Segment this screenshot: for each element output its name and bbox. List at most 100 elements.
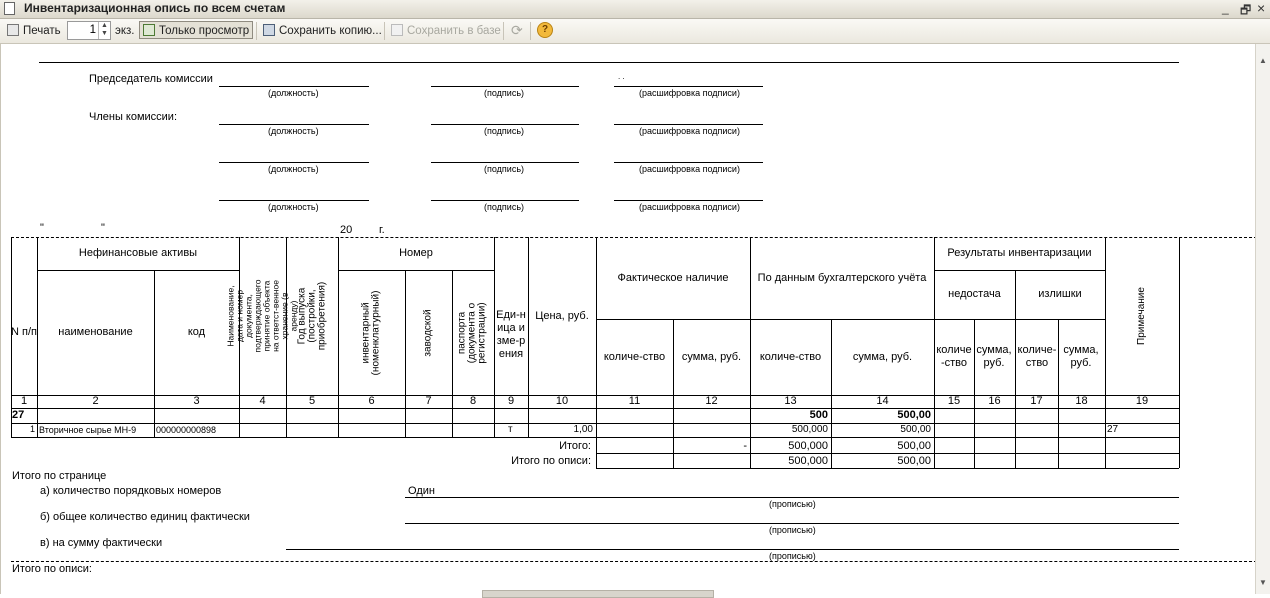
spin-arrows-icon[interactable]: ▲ ▼ xyxy=(98,22,110,39)
sign-line xyxy=(219,200,369,201)
date-quote-close: " xyxy=(101,222,105,234)
sign-line xyxy=(431,124,579,125)
toolbar-separator xyxy=(530,22,531,40)
refresh-button[interactable]: ⟳ xyxy=(508,21,526,39)
members-label: Члены комиссии: xyxy=(89,111,178,123)
col-number: 19 xyxy=(1135,395,1149,407)
horizontal-scrollbar-thumb[interactable] xyxy=(482,590,714,598)
sign-line xyxy=(431,200,579,201)
sign-line xyxy=(431,162,579,163)
window-title: Инвентаризационная опись по всем счетам xyxy=(24,1,286,15)
copies-suffix: экз. xyxy=(115,25,135,37)
col-header-shortage-qty: количе-ство xyxy=(936,344,972,369)
window-titlebar: Инвентаризационная опись по всем счетам … xyxy=(0,0,1270,19)
col-header-doc-info: Наименование, дата и номер документа, по… xyxy=(226,237,299,395)
item-note: 27 xyxy=(1107,424,1119,435)
close-button[interactable]: × xyxy=(1257,0,1265,16)
print-label: Печать xyxy=(23,25,61,37)
total-dash: - xyxy=(743,440,747,452)
sign-line xyxy=(614,200,763,201)
grid-line xyxy=(11,408,1179,409)
col-number: 15 xyxy=(947,395,961,407)
sign-line xyxy=(614,86,763,87)
col-header-note: Примечание xyxy=(1105,237,1179,395)
col-header-acc-sum: сумма, руб. xyxy=(852,350,913,363)
view-only-label: Только просмотр xyxy=(159,25,250,37)
grid-line xyxy=(11,437,1179,438)
database-save-icon xyxy=(391,24,403,36)
col-number: 5 xyxy=(308,395,316,407)
in-words-caption: (прописью) xyxy=(769,525,816,535)
col-header-row-num: N п/п xyxy=(11,326,37,338)
col-header-accounting: По данным бухгалтерского учёта xyxy=(757,271,927,284)
fill-line xyxy=(405,497,1179,498)
scroll-up-icon[interactable]: ▲ xyxy=(1259,56,1267,65)
sign-line xyxy=(431,86,579,87)
total-qty: 500,000 xyxy=(788,440,828,452)
print-button[interactable]: Печать xyxy=(4,22,64,40)
help-button[interactable]: ? xyxy=(537,22,553,38)
copies-value: 1 xyxy=(89,24,96,36)
col-number: 14 xyxy=(876,395,889,407)
signature-caption: (подпись) xyxy=(484,126,525,136)
col-header-price: Цена, руб. xyxy=(535,309,589,322)
col-number: 10 xyxy=(555,395,569,407)
group-row-label: 27 xyxy=(12,409,25,421)
col-number: 16 xyxy=(988,395,1001,407)
passport-text: паспорта (документа о регистрации) xyxy=(457,301,489,364)
total-label: Итого: xyxy=(559,440,591,452)
col-header-nonfin-assets: Нефинансовые активы xyxy=(78,247,198,259)
group-acc-qty: 500 xyxy=(809,409,828,421)
col-header-results: Результаты инвентаризации xyxy=(947,247,1092,259)
col-number: 9 xyxy=(507,395,515,407)
grid-line xyxy=(596,453,1179,454)
decoding-caption: (расшифровка подписи) xyxy=(639,164,740,174)
year-suffix: г. xyxy=(379,224,385,236)
vertical-scrollbar[interactable]: ▲ ▼ xyxy=(1255,44,1270,594)
spreadsheet-document[interactable]: Председатель комиссии . . (должность) (п… xyxy=(0,44,1257,594)
copies-stepper[interactable]: 1 ▲ ▼ xyxy=(67,21,111,40)
note-text: Примечание xyxy=(1135,287,1147,345)
sign-line xyxy=(614,124,763,125)
col-number: 3 xyxy=(193,395,200,407)
inventory-text: инвентарный (номенклатурный) xyxy=(360,290,382,375)
decoding-caption: (расшифровка подписи) xyxy=(639,202,740,212)
col-number: 8 xyxy=(469,395,477,407)
col-number: 7 xyxy=(425,395,432,407)
col-header-surplus-sum: сумма, руб. xyxy=(1063,344,1099,369)
save-copy-label: Сохранить копию... xyxy=(279,25,382,37)
position-caption: (должность) xyxy=(268,202,319,212)
item-name: Вторичное сырье МН-9 xyxy=(39,425,137,435)
signature-caption: (подпись) xyxy=(484,164,525,174)
printer-icon xyxy=(7,24,19,36)
year-prefix: 20 xyxy=(340,224,353,236)
col-number: 18 xyxy=(1075,395,1088,407)
summary-line-a-value: Один xyxy=(408,485,435,497)
sign-line xyxy=(219,124,369,125)
sign-line xyxy=(614,162,763,163)
save-copy-button[interactable]: Сохранить копию... xyxy=(260,22,385,40)
col-header-passport: паспорта (документа о регистрации) xyxy=(452,270,494,395)
document-icon xyxy=(4,2,15,15)
fill-line xyxy=(405,523,1179,524)
col-header-inventory: инвентарный (номенклатурный) xyxy=(338,270,405,395)
summary-line-b: б) общее количество единиц фактически xyxy=(40,511,250,523)
fill-line xyxy=(286,549,1179,550)
item-unit: т xyxy=(508,424,513,435)
page-summary-title: Итого по странице xyxy=(12,470,107,482)
scroll-down-icon[interactable]: ▼ xyxy=(1259,578,1267,587)
item-code: 000000000898 xyxy=(156,425,217,435)
year-text: Год выпуска (постройки, приобретения) xyxy=(296,281,328,351)
minimize-button[interactable]: _ xyxy=(1222,1,1229,15)
col-number: 1 xyxy=(20,395,28,407)
save-in-db-button[interactable]: Сохранить в базе xyxy=(388,22,504,40)
item-acc-sum: 500,00 xyxy=(900,424,931,435)
date-quote-open: " xyxy=(40,222,44,234)
col-header-year: Год выпуска (постройки, приобретения) xyxy=(286,237,338,395)
total-sum: 500,00 xyxy=(897,440,931,452)
summary-line-c: в) на сумму фактически xyxy=(40,537,163,549)
col-header-unit: Еди-ница изме-рения xyxy=(496,308,526,360)
view-only-button[interactable]: Только просмотр xyxy=(139,21,254,39)
col-number: 12 xyxy=(705,395,718,407)
position-caption: (должность) xyxy=(268,164,319,174)
